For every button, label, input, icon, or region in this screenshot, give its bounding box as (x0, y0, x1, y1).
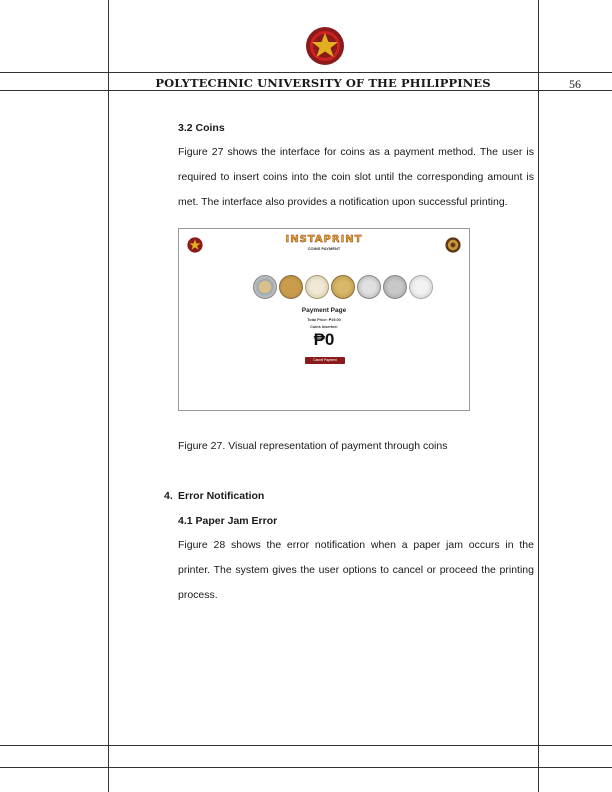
coin-5-peso-icon (305, 275, 329, 299)
coin-20-peso-icon (253, 275, 277, 299)
page-number: 56 (569, 77, 581, 91)
university-seal-icon (306, 27, 344, 65)
coins-inserted-label: Coins Inserted: (310, 325, 338, 329)
section-4-heading: 4. Error Notification (164, 490, 264, 502)
university-name: POLYTECHNIC UNIVERSITY OF THE PHILIPPINE… (155, 76, 491, 90)
app-subtitle: COINS PAYMENT (307, 246, 341, 251)
coin-1-centavo-icon (409, 275, 433, 299)
left-margin-line (108, 0, 109, 792)
payment-page-title: Payment Page (301, 307, 347, 314)
coin-5-centavo-icon (383, 275, 407, 299)
amount-inserted: ₱0 (313, 330, 335, 349)
section-paragraph: Figure 27 shows the interface for coins … (178, 146, 534, 208)
coins-row (253, 275, 433, 299)
section-number: 4. (164, 490, 173, 502)
section-3-2: 3.2 Coins Figure 27 shows the interface … (178, 122, 534, 215)
coin-25-centavo-icon (357, 275, 381, 299)
subsection-paragraph: Figure 28 shows the error notification w… (178, 539, 534, 601)
header-top-rule (0, 72, 612, 73)
figure-caption: Figure 27. Visual representation of paym… (178, 440, 448, 452)
section-title: Error Notification (178, 490, 265, 502)
subsection-heading: 4.1 Paper Jam Error (178, 515, 278, 527)
right-margin-line (538, 0, 539, 792)
cancel-payment-button[interactable]: Cancel Payment (305, 357, 345, 364)
section-heading: 3.2 Coins (178, 122, 225, 134)
total-price: Total Price: ₱19.00 (307, 318, 341, 322)
figure-27-screenshot: INSTAPRINT COINS PAYMENT Payment Page To… (178, 228, 470, 411)
footer-top-rule (0, 745, 612, 746)
footer-bottom-rule (0, 767, 612, 768)
coin-10-peso-icon (279, 275, 303, 299)
section-4-1: 4.1 Paper Jam Error Figure 28 shows the … (178, 515, 534, 608)
coin-1-peso-icon (331, 275, 355, 299)
app-title: INSTAPRINT (285, 234, 363, 245)
header-bottom-rule (0, 90, 612, 91)
